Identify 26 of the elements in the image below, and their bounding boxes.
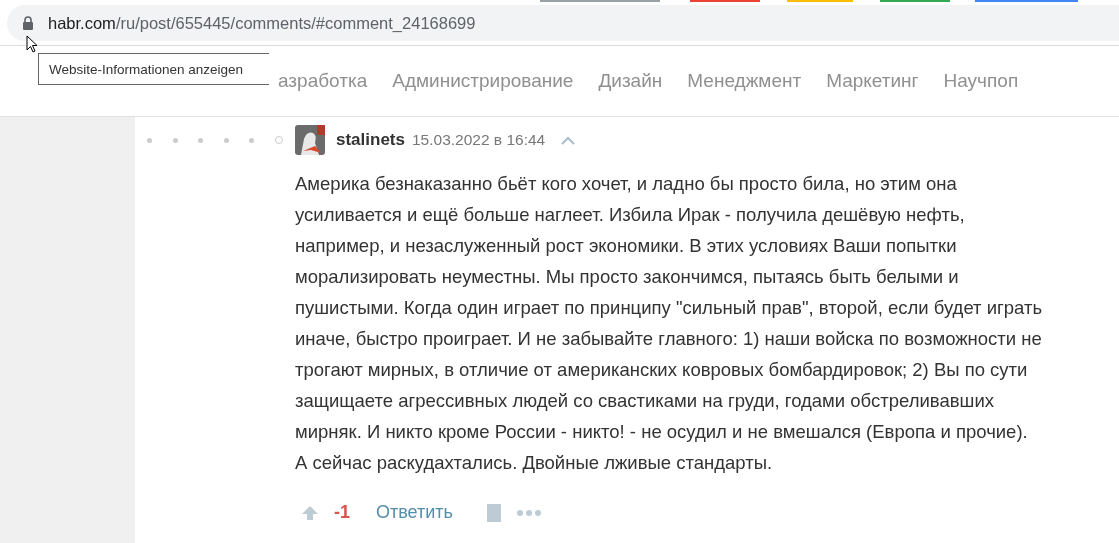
thread-dot[interactable]	[198, 137, 203, 143]
nav-link[interactable]: Дизайн	[598, 70, 663, 92]
caret-up-icon[interactable]	[561, 135, 576, 145]
nav-link[interactable]: Администрирование	[392, 70, 574, 92]
vote-up-icon[interactable]	[302, 505, 318, 520]
comment-text: Америка безнаказанно бьёт кого хочет, и ладно бы просто била, но этим она усиливается и ещё больше наглеет. Избила Ирак - получила дешёвую нефть, например, и незаслуженный рост экономики. В этих условиях Ваши попытки морализировать неуместны. Мы просто закончимся, пытаясь быть белыми и пушистыми. Когда один играет по принципу "сильный прав", второй, если будет играть иначе, быстро проиграет. И не забывайте главного: 1) наши войска по возможности не трогают мирных, в отличие от американских ковровых бомбардировок; 2) Вы по сути защищаете агрессивных людей со свастиками на груди, годами обстреливавших мирняк. И никто кроме России - никто! - не осудил и не вмешался (Европа и прочие). А сейчас раскудахтались. Двойные лживые стандарты.	[295, 172, 1044, 475]
bookmark-icon[interactable]	[486, 503, 501, 522]
thread-dot[interactable]	[223, 137, 229, 143]
lock-icon[interactable]	[22, 16, 34, 30]
nav-link[interactable]: Научпоп	[943, 70, 1019, 92]
avatar-icon[interactable]	[295, 125, 325, 155]
thread-dot[interactable]	[147, 137, 152, 143]
nav-link[interactable]: Менеджмент	[687, 70, 802, 92]
nav-link[interactable]: азработка	[278, 70, 368, 92]
nav-link[interactable]: Маркетинг	[826, 70, 919, 92]
reply-link[interactable]: Ответить	[376, 502, 453, 523]
url-text: habr.com/ru/post/655445/comments/#comment_24168699	[48, 13, 476, 33]
more-icon[interactable]	[516, 509, 541, 516]
thread-dot[interactable]	[249, 137, 254, 143]
author-name[interactable]: stalinets	[336, 130, 405, 150]
address-bar[interactable]: habr.com/ru/post/655445/comments/#comment_24168699	[7, 5, 1119, 41]
score: -1	[334, 502, 350, 523]
comment-date[interactable]: 15.03.2022 в 16:44	[412, 131, 546, 149]
cursor-icon	[26, 35, 38, 53]
thread-dot[interactable]	[172, 137, 178, 143]
tooltip: Website-Informationen anzeigen	[38, 53, 269, 85]
